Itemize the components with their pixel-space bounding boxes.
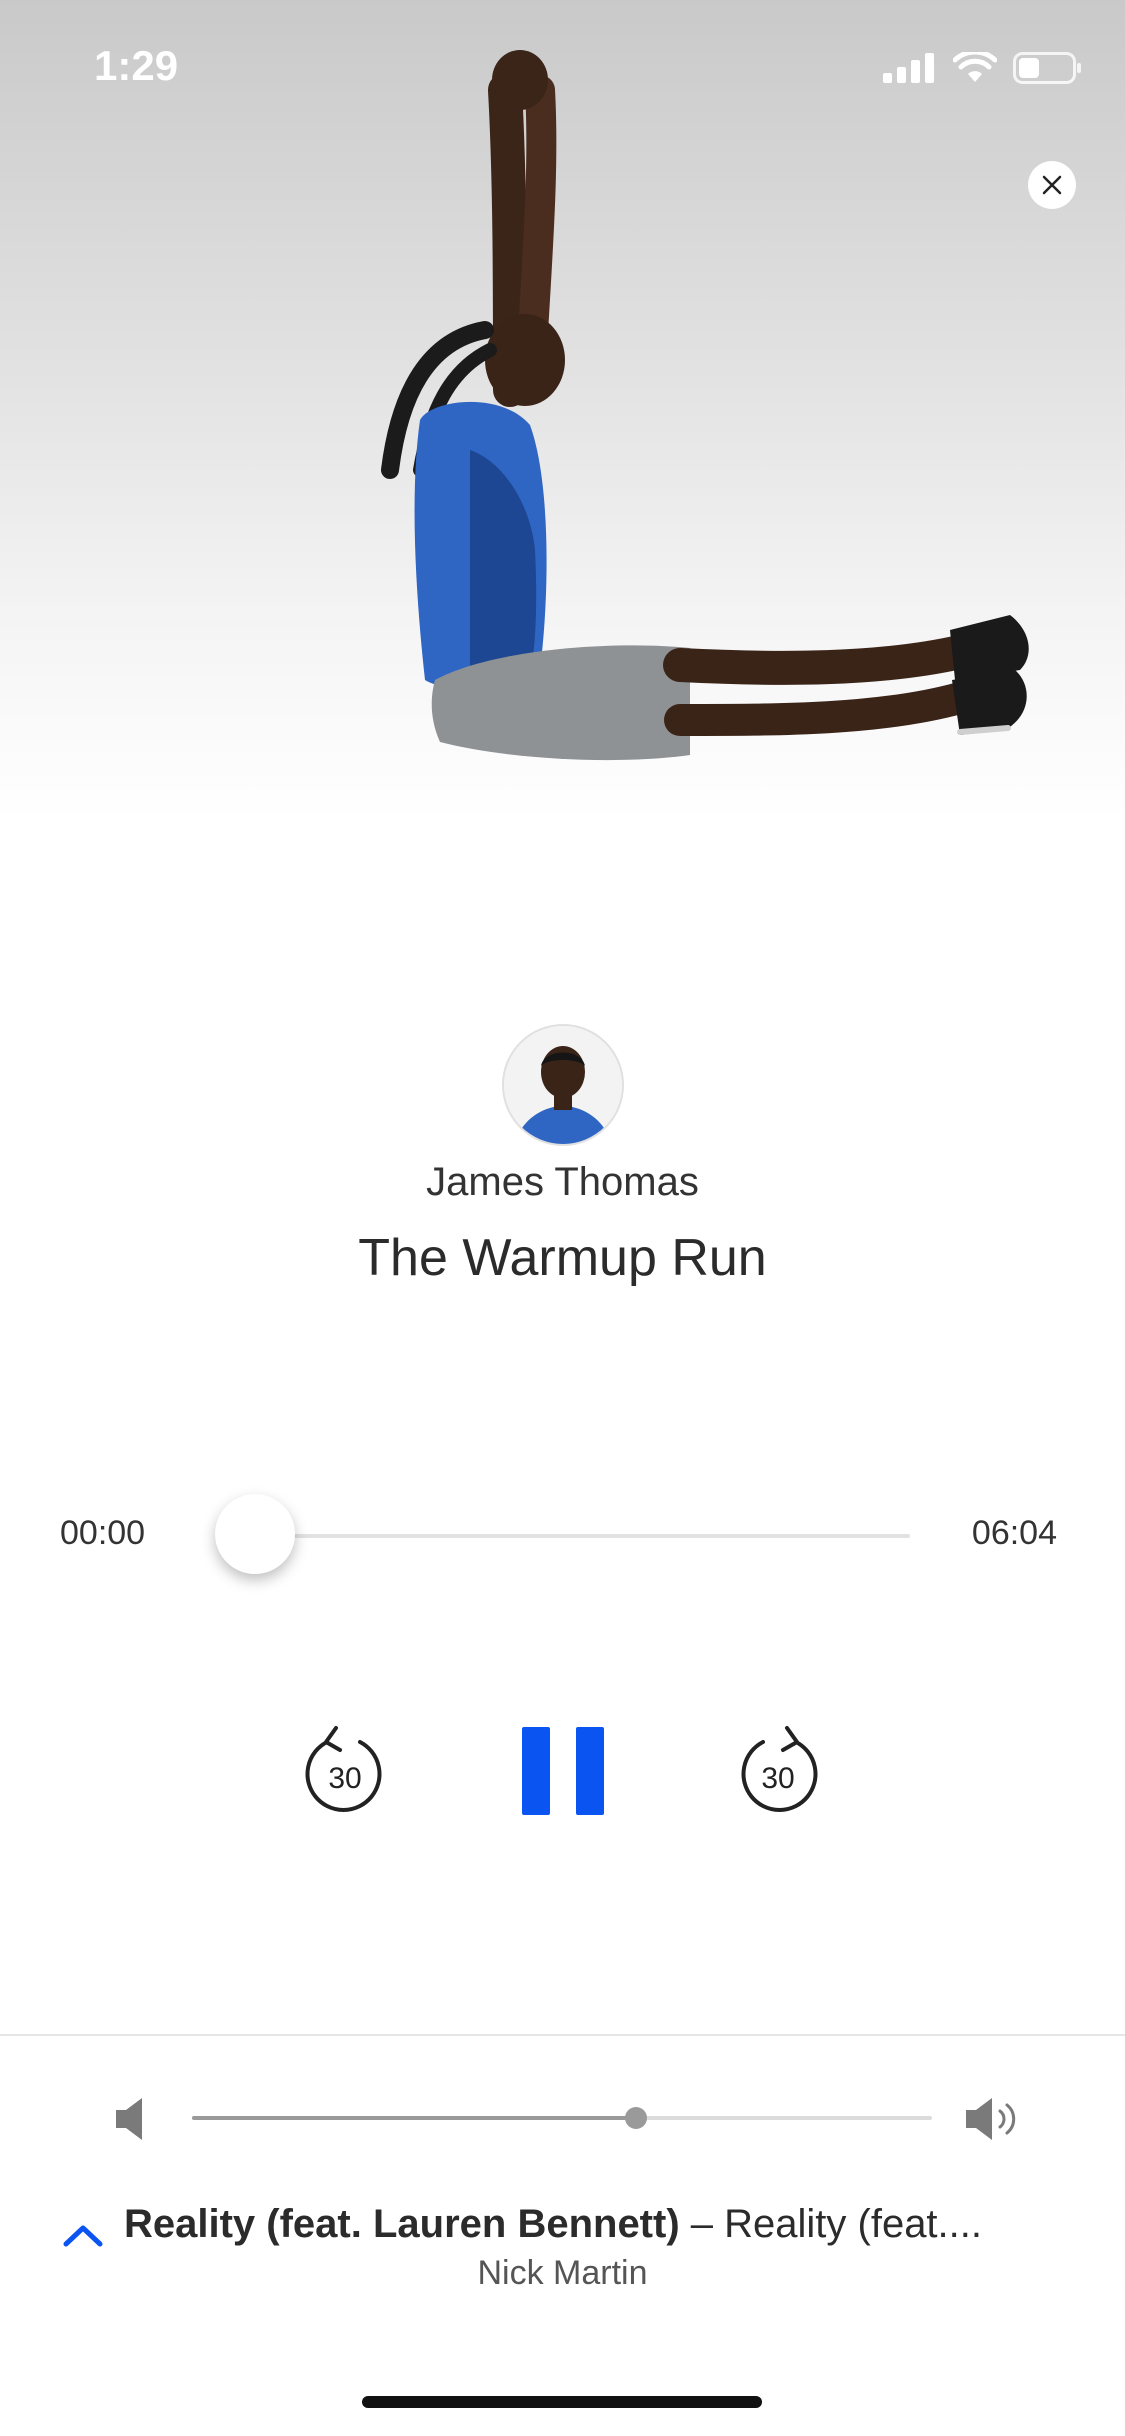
now-playing-title: Reality (feat. Lauren Bennett)	[124, 2202, 680, 2246]
volume-low-icon	[116, 2098, 142, 2140]
skip-forward-label: 30	[761, 1762, 794, 1795]
now-playing-track[interactable]: Reality (feat. Lauren Bennett) – Reality…	[124, 2202, 1024, 2247]
coach-photo	[504, 1026, 622, 1144]
skip-forward-icon: 30	[741, 1726, 818, 1812]
volume-fill	[192, 2116, 636, 2120]
progress-thumb[interactable]	[215, 1494, 295, 1574]
now-playing-subtitle: – Reality (feat....	[679, 2202, 982, 2246]
now-playing-artist: Nick Martin	[477, 2254, 648, 2292]
time-elapsed: 00:00	[60, 1514, 146, 1552]
volume-high-icon	[966, 2098, 1016, 2140]
pause-bar-left	[522, 1727, 550, 1815]
progress-track[interactable]	[215, 1534, 910, 1538]
pause-button[interactable]	[520, 1727, 606, 1817]
skip-back-icon: 30	[305, 1726, 382, 1812]
coach-name: James Thomas	[426, 1160, 699, 1204]
skip-forward-button[interactable]: 30	[733, 1720, 823, 1820]
chevron-up-icon[interactable]	[62, 2222, 104, 2248]
workout-title: The Warmup Run	[358, 1229, 767, 1287]
exercise-image	[381, 50, 1029, 761]
divider	[0, 2034, 1125, 2036]
playback-controls: 30 30	[0, 1720, 1125, 1820]
skip-back-button[interactable]: 30	[300, 1720, 390, 1820]
volume-thumb[interactable]	[625, 2107, 647, 2129]
coach-avatar	[502, 1024, 624, 1146]
home-indicator	[362, 2396, 762, 2408]
skip-back-label: 30	[328, 1762, 361, 1795]
time-total: 06:04	[971, 1514, 1057, 1552]
volume-slider[interactable]	[192, 2116, 932, 2120]
status-time: 1:29	[94, 42, 179, 89]
pause-bar-right	[576, 1727, 604, 1815]
